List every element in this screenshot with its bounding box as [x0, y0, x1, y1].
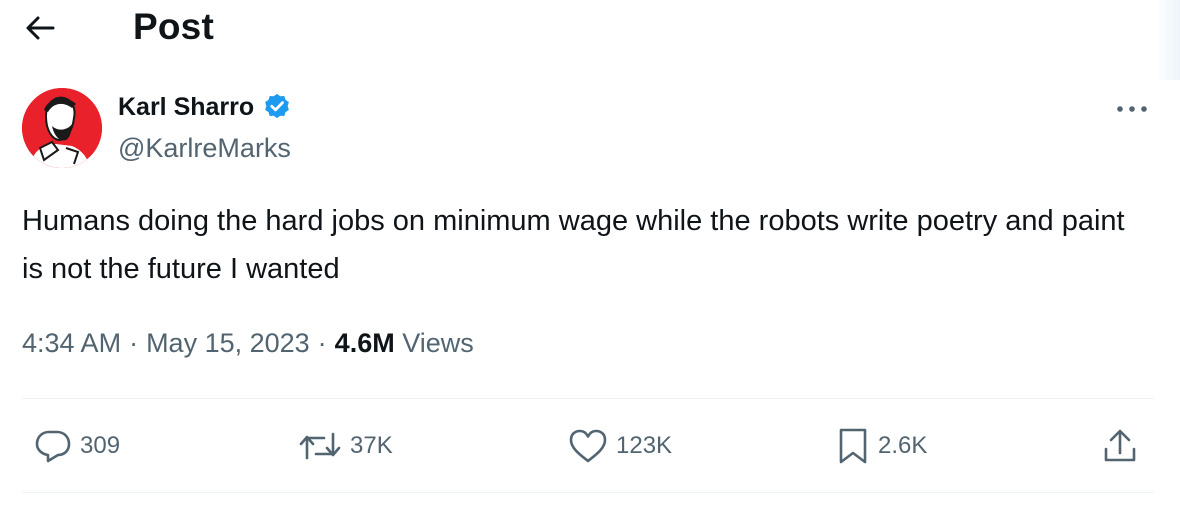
post-time[interactable]: 4:34 AM [22, 328, 121, 358]
repost-count: 37K [350, 432, 393, 459]
post-meta: 4:34 AM · May 15, 2023 · 4.6M Views [22, 328, 474, 359]
bookmark-button[interactable]: 2.6K [836, 405, 927, 487]
author-name-row: Karl Sharro [118, 92, 292, 122]
like-count: 123K [616, 432, 673, 459]
repost-icon [298, 428, 342, 464]
reply-icon [34, 428, 72, 464]
top-bar-fade [1156, 0, 1180, 80]
avatar[interactable] [22, 88, 102, 168]
heart-icon [568, 428, 608, 464]
meta-separator: · [129, 328, 139, 358]
bookmark-count: 2.6K [878, 432, 928, 459]
action-bar: 309 37K 123K 2.6K [0, 405, 1180, 487]
repost-button[interactable]: 37K [298, 405, 393, 487]
ellipsis-icon [1115, 100, 1149, 118]
meta-separator: · [317, 328, 327, 358]
views-label[interactable]: Views [402, 328, 474, 358]
bookmark-icon [836, 426, 870, 466]
page-title: Post [133, 6, 214, 47]
post-text: Humans doing the hard jobs on minimum wa… [22, 205, 1125, 285]
share-button[interactable] [1102, 405, 1138, 487]
views-count[interactable]: 4.6M [335, 328, 395, 358]
verified-badge-icon[interactable] [262, 92, 292, 122]
divider-top [22, 398, 1154, 399]
reply-count: 309 [80, 432, 121, 459]
more-options-button[interactable] [1112, 96, 1152, 122]
like-button[interactable]: 123K [568, 405, 672, 487]
reply-button[interactable]: 309 [34, 405, 120, 487]
avatar-illustration [22, 88, 102, 168]
author-display-name[interactable]: Karl Sharro [118, 93, 254, 122]
arrow-left-icon [25, 15, 55, 46]
divider-bottom [22, 492, 1154, 493]
top-bar: Post [0, 0, 1180, 80]
post-date[interactable]: May 15, 2023 [146, 328, 310, 358]
author-handle[interactable]: @KarlreMarks [118, 133, 291, 164]
share-icon [1102, 427, 1138, 465]
back-button[interactable] [18, 10, 62, 50]
